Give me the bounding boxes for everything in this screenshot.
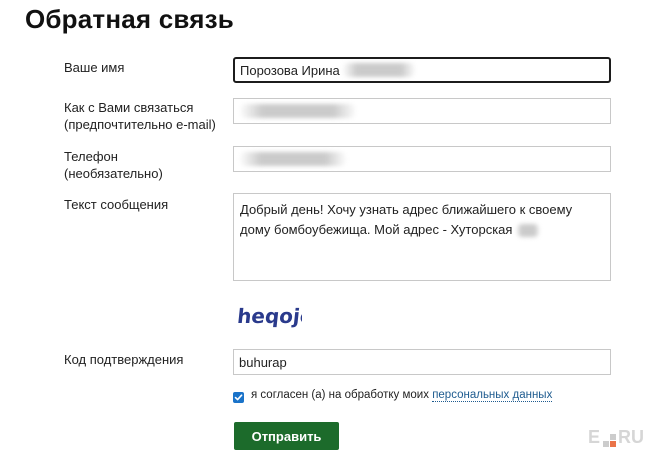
- confirmation-label: Код подтверждения: [64, 352, 184, 367]
- phone-label: Телефон (необязательно): [64, 148, 163, 182]
- feedback-page: Обратная связь Ваше имя Порозова Ирина К…: [0, 0, 656, 465]
- contact-label: Как с Вами связаться (предпочтительно e-…: [64, 99, 216, 133]
- consent-checkbox[interactable]: [233, 392, 244, 403]
- confirmation-value: buhurap: [239, 354, 287, 370]
- redacted-phone: [239, 152, 347, 166]
- name-value: Порозова Ирина: [240, 62, 340, 78]
- site-watermark: E RU: [588, 427, 644, 448]
- redacted-address: [516, 224, 541, 238]
- captcha-text: heqojc: [238, 304, 302, 328]
- watermark-text-right: RU: [618, 427, 644, 447]
- message-textarea[interactable]: Добрый день! Хочу узнать адрес ближайшег…: [233, 193, 611, 281]
- consent-label: я согласен (а) на обработку моих: [251, 389, 429, 401]
- message-label: Текст сообщения: [64, 197, 169, 212]
- contact-label-line2: (предпочтительно e-mail): [64, 117, 216, 132]
- redacted-surname: [341, 63, 416, 77]
- phone-label-line1: Телефон: [64, 149, 118, 164]
- phone-input[interactable]: [233, 146, 611, 172]
- watermark-logo-icon: [603, 432, 616, 447]
- phone-label-line2: (необязательно): [64, 166, 163, 181]
- page-title: Обратная связь: [25, 4, 234, 34]
- contact-label-line1: Как с Вами связаться: [64, 100, 194, 115]
- redacted-contact: [239, 104, 357, 118]
- name-label: Ваше имя: [64, 60, 125, 75]
- consent-text: я согласен (а) на обработку моих персона…: [251, 389, 553, 402]
- contact-input[interactable]: [233, 98, 611, 124]
- personal-data-link[interactable]: персональных данных: [432, 389, 553, 402]
- name-input[interactable]: Порозова Ирина: [233, 57, 611, 83]
- submit-button[interactable]: Отправить: [234, 422, 339, 450]
- watermark-text-left: E: [587, 427, 600, 447]
- captcha-image: heqojc: [238, 304, 302, 328]
- confirmation-input[interactable]: buhurap: [233, 349, 611, 375]
- checkmark-icon: [234, 394, 243, 401]
